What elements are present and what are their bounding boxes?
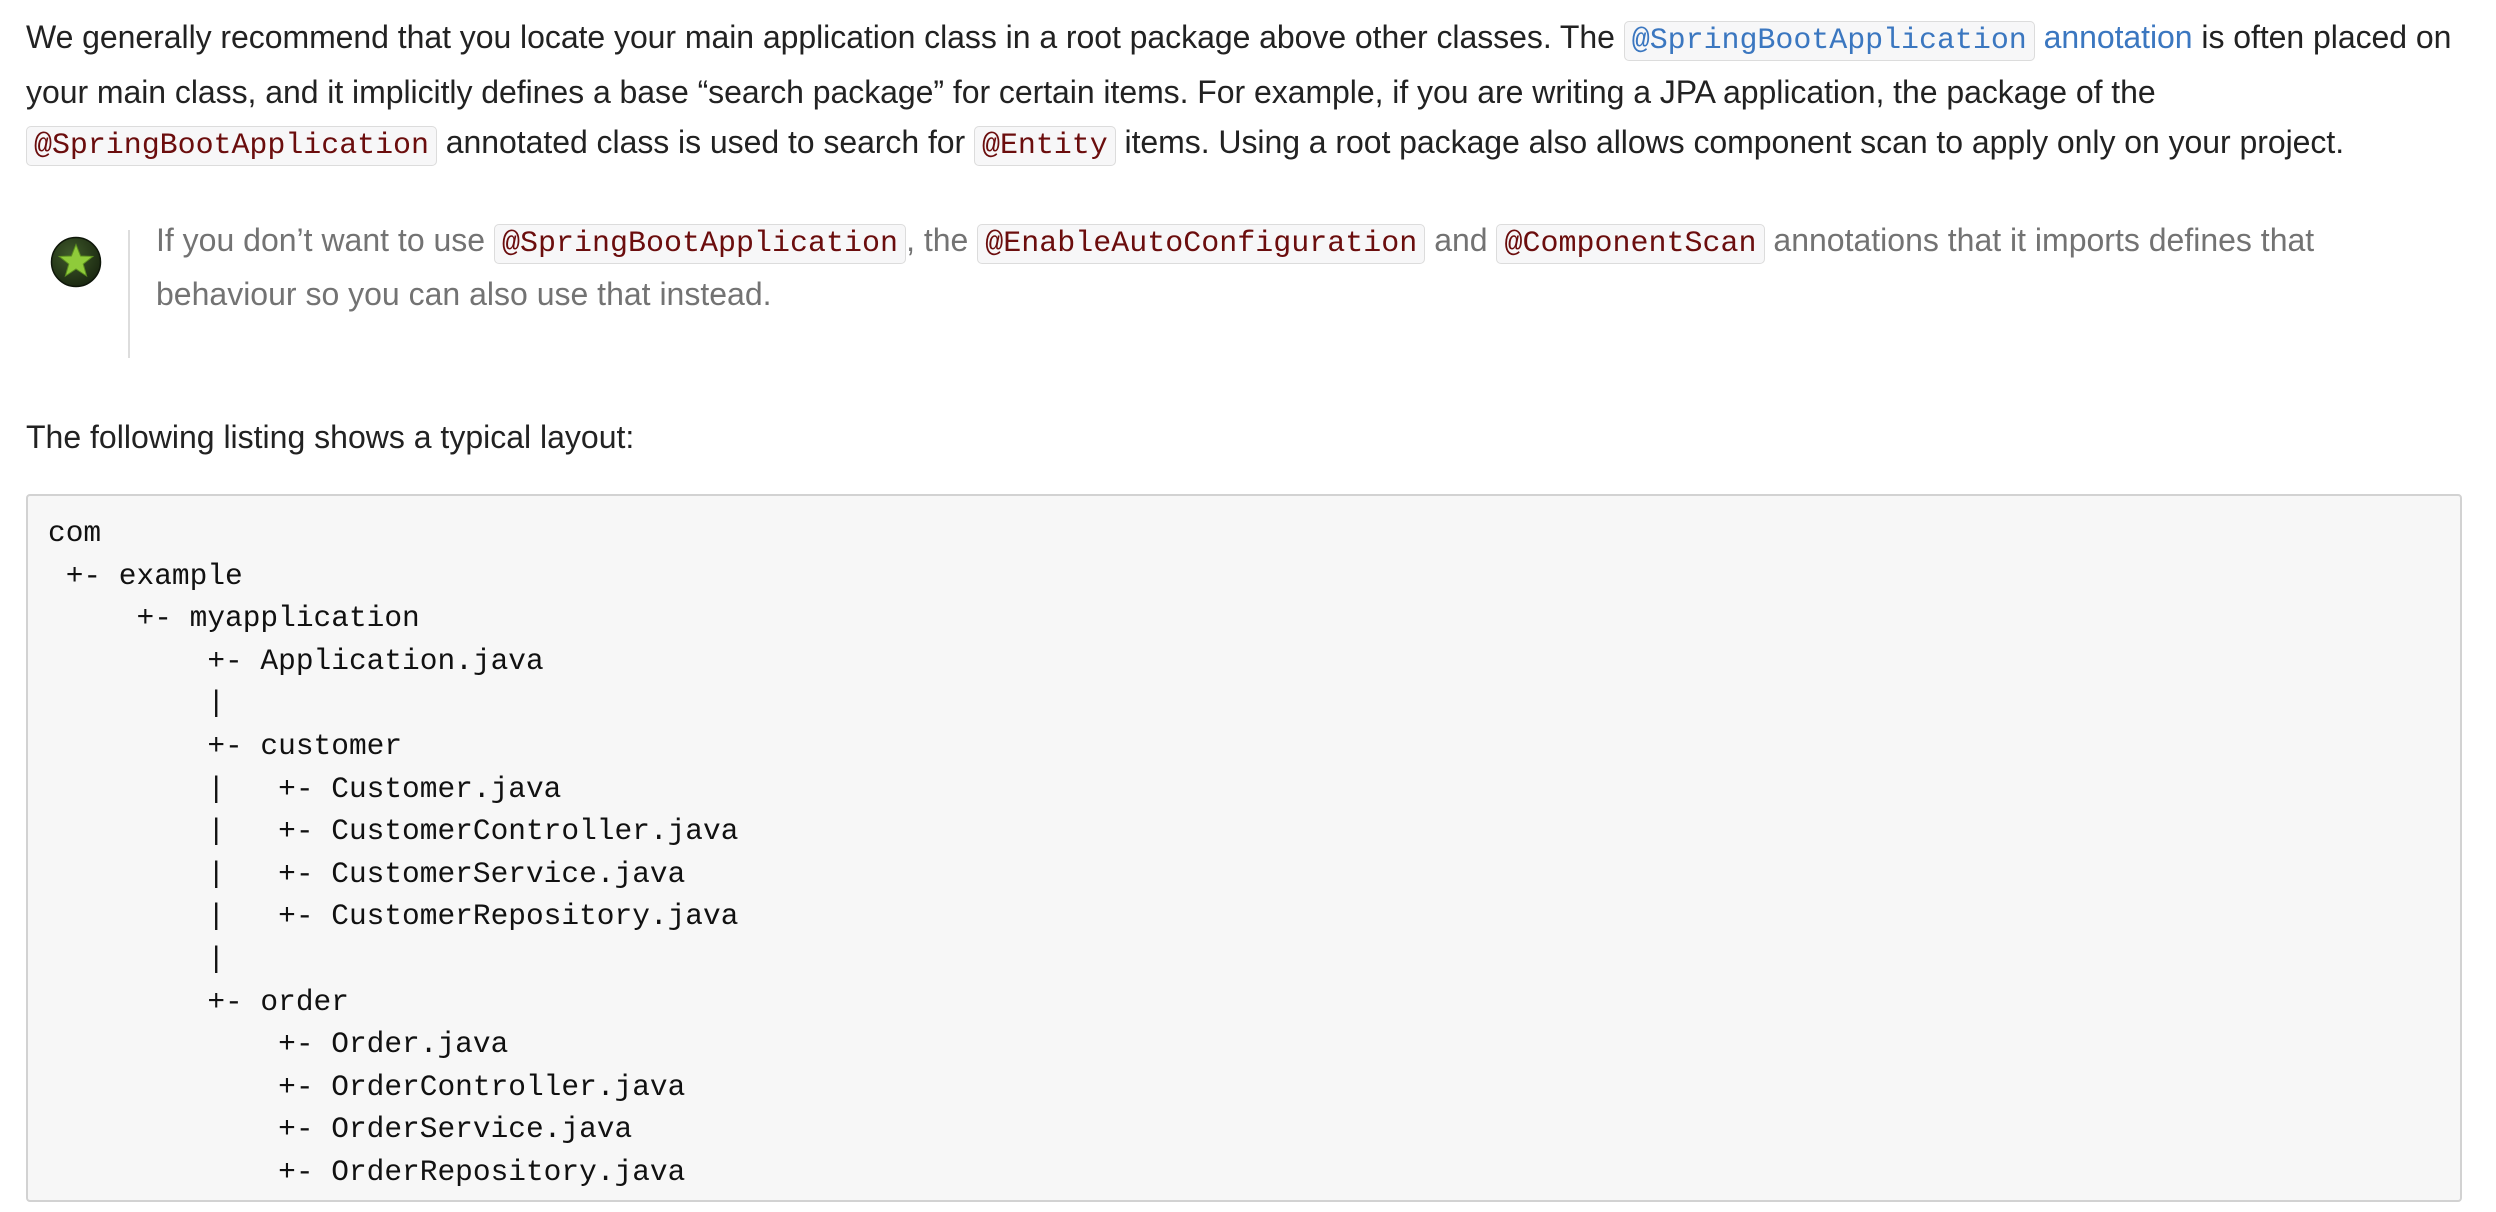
tip-admonition: If you don’t want to use @SpringBootAppl… [26, 222, 2466, 358]
entity-code: @Entity [974, 126, 1116, 166]
spring-boot-application-code: @SpringBootApplication [26, 126, 437, 166]
listing-line: +- Order.java [48, 1027, 509, 1062]
listing-intro: The following listing shows a typical la… [26, 418, 635, 455]
listing-line: | +- Customer.java [48, 771, 562, 806]
intro-paragraph: We generally recommend that you locate y… [26, 12, 2466, 172]
document-page: We generally recommend that you locate y… [26, 0, 2466, 1202]
listing-line: | +- CustomerRepository.java [48, 899, 739, 934]
listing-line: | +- CustomerService.java [48, 856, 686, 891]
spring-boot-application-annotation-link[interactable]: @SpringBootApplication annotation [1623, 19, 2193, 61]
listing-line: | [48, 941, 226, 976]
listing-line: +- OrderController.java [48, 1069, 686, 1104]
listing-text: com +- example +- myapplication +- Appli… [48, 512, 2440, 1194]
enable-auto-configuration-code: @EnableAutoConfiguration [977, 223, 1426, 264]
intro-text-part-1: We generally recommend that you locate y… [26, 19, 1624, 55]
listing-line: +- myapplication [48, 601, 420, 636]
listing-line: | [48, 686, 226, 721]
listing-line: +- Application.java [48, 643, 544, 678]
tip-text-part-3: and [1425, 221, 1497, 258]
listing-line: +- example [48, 558, 243, 593]
listing-line: +- customer [48, 728, 403, 763]
tip-text-part-2: , the [906, 221, 978, 258]
listing-line: | +- CustomerController.java [48, 814, 739, 849]
component-scan-code: @ComponentScan [1496, 223, 1765, 264]
listing-line: +- OrderRepository.java [48, 1154, 686, 1189]
admonition-divider [128, 229, 130, 358]
spring-boot-application-code: @SpringBootApplication [493, 223, 907, 264]
annotation-link-text: annotation [2043, 19, 2193, 55]
spring-boot-application-link-code: @SpringBootApplication [1623, 21, 2035, 61]
tip-text: If you don’t want to use @SpringBootAppl… [156, 215, 2416, 320]
code-listing: com +- example +- myapplication +- Appli… [26, 494, 2462, 1202]
tip-text-part-1: If you don’t want to use [156, 221, 494, 258]
listing-line: com [48, 516, 102, 550]
intro-text-part-3: annotated class is used to search for [436, 124, 974, 160]
listing-line: +- OrderService.java [48, 1112, 633, 1147]
listing-line: +- order [48, 984, 349, 1019]
tip-star-icon [50, 236, 102, 287]
intro-text-part-4: items. Using a root package also allows … [1115, 124, 2345, 160]
